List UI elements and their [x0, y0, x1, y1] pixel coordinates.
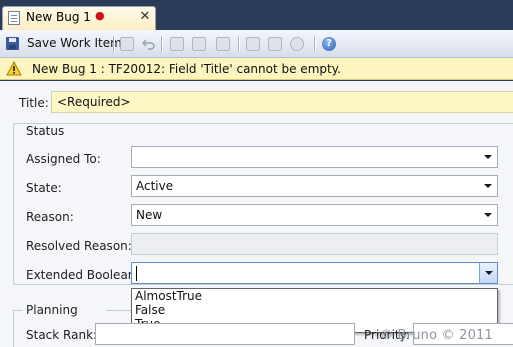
state-label: State: — [26, 181, 62, 195]
stack-rank-label: Stack Rank: — [26, 328, 98, 342]
resolved-reason-label: Resolved Reason: — [26, 239, 132, 253]
unsaved-indicator-icon: ● — [95, 9, 105, 22]
work-item-icon — [8, 11, 20, 25]
save-icon — [6, 37, 19, 50]
planning-group-box — [13, 310, 23, 347]
validation-message-bar: New Bug 1 : TF20012: Field 'Title' canno… — [0, 58, 513, 80]
assigned-to-combo[interactable] — [131, 146, 498, 168]
toolbar-separator — [113, 36, 114, 52]
title-field[interactable]: <Required> — [51, 91, 513, 113]
title-field-value: <Required> — [57, 95, 131, 109]
copy-icon[interactable] — [192, 37, 206, 51]
resolved-reason-field — [131, 233, 498, 255]
undo-icon[interactable] — [141, 37, 156, 51]
toolbar-separator — [161, 36, 162, 52]
work-item-form: Title: <Required> Status Assigned To: St… — [0, 81, 513, 347]
work-item-toolbar: Save Work Item ? — [0, 30, 513, 58]
close-tab-icon[interactable]: ✕ — [138, 9, 152, 25]
reason-label: Reason: — [26, 210, 74, 224]
stack-rank-input[interactable] — [95, 323, 355, 345]
state-combo[interactable]: Active — [131, 175, 498, 197]
attach-icon[interactable] — [290, 37, 304, 51]
title-label: Title: — [19, 96, 49, 110]
assigned-to-label: Assigned To: — [26, 152, 101, 166]
tab-new-bug[interactable]: New Bug 1 ● ✕ — [2, 6, 156, 30]
save-button-label: Save Work Item — [27, 36, 122, 50]
text-caret — [136, 266, 137, 281]
toolbar-separator — [314, 36, 315, 52]
tab-title: New Bug 1 — [26, 10, 91, 24]
chevron-down-icon[interactable] — [479, 205, 497, 225]
chevron-down-icon[interactable] — [479, 147, 497, 167]
capture-icon[interactable] — [246, 37, 260, 51]
new-linked-icon[interactable] — [170, 37, 184, 51]
reason-combo[interactable]: New — [131, 204, 498, 226]
reason-value: New — [136, 208, 163, 222]
send-icon[interactable] — [216, 37, 230, 51]
chevron-down-icon[interactable] — [479, 176, 497, 196]
toolbar-separator — [238, 36, 239, 52]
warning-icon — [6, 60, 22, 76]
copyright-watermark: © Bruno © 2011 — [380, 328, 493, 343]
chevron-down-icon[interactable] — [479, 263, 497, 283]
validation-message-text: New Bug 1 : TF20012: Field 'Title' canno… — [32, 62, 341, 76]
print-icon[interactable] — [268, 37, 282, 51]
dropdown-option-almosttrue[interactable]: AlmostTrue — [135, 289, 202, 303]
help-icon[interactable]: ? — [322, 37, 336, 51]
status-group-title: Status — [24, 124, 67, 138]
planning-group-border — [106, 310, 131, 311]
extended-boolean-label: Extended Boolean: — [26, 268, 140, 282]
document-tab-strip: New Bug 1 ● ✕ — [0, 0, 513, 30]
dropdown-option-false[interactable]: False — [135, 303, 165, 317]
state-value: Active — [136, 179, 174, 193]
extended-boolean-combo[interactable] — [131, 262, 498, 284]
refresh-icon[interactable] — [120, 37, 134, 51]
planning-group-title: Planning — [26, 303, 78, 317]
